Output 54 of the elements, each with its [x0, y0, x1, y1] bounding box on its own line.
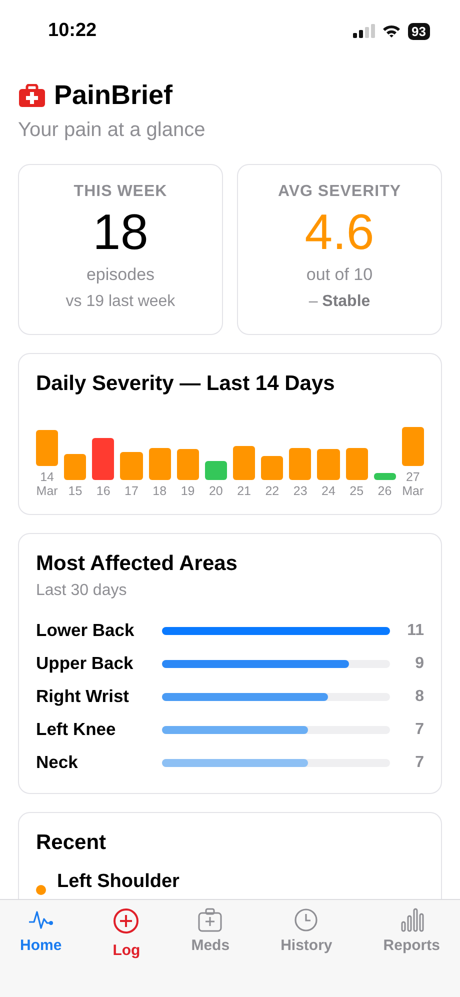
area-name: Left Knee [36, 719, 117, 740]
add-icon [113, 908, 140, 934]
battery-level: 93 [408, 22, 430, 40]
area-count: 9 [414, 654, 424, 672]
day-label: 14 Mar [36, 470, 58, 498]
day-label: 15 [67, 484, 84, 498]
signal-icon [352, 24, 375, 38]
day-label: 24 [320, 484, 336, 498]
status-time: 10:22 [48, 20, 97, 42]
card-subtitle: Last 30 days [36, 582, 128, 600]
tab-button[interactable]: Reports [375, 908, 448, 954]
day-label: 26 [376, 484, 393, 498]
stat-unit: out of 10 [306, 265, 373, 285]
stat-note: vs 19 last week [66, 293, 176, 311]
area-name: Right Wrist [36, 686, 130, 707]
stat-label: AVG SEVERITY [278, 183, 402, 201]
stat-unit: episodes [86, 265, 155, 285]
tab-button[interactable]: History [272, 908, 340, 954]
day-label: 21 [236, 484, 252, 498]
day-label: 23 [292, 484, 308, 498]
recent-item[interactable]: Left Shoulder [57, 871, 180, 893]
area-name: Neck [36, 752, 79, 773]
day-label: 17 [124, 484, 140, 498]
heartbeat-icon [28, 908, 54, 932]
area-count: 7 [414, 720, 424, 738]
app-subtitle: Your pain at a glance [18, 119, 206, 142]
day-label: 27 Mar [402, 470, 424, 498]
area-name: Lower Back [36, 620, 136, 641]
day-label: 25 [348, 484, 365, 498]
clock-icon [294, 908, 318, 932]
area-name: Upper Back [36, 653, 134, 674]
day-label: 16 [95, 484, 112, 498]
card-title: Most Affected Areas [36, 552, 238, 576]
day-label: 18 [152, 484, 168, 498]
chart-title: Daily Severity — Last 14 Days [36, 372, 336, 396]
bar-chart-icon [400, 908, 424, 932]
tab-button[interactable]: Log [104, 908, 148, 959]
first-aid-kit-icon [18, 84, 46, 108]
day-label: 22 [264, 484, 280, 498]
tab-button[interactable]: Home [12, 908, 70, 954]
card-title: Recent [36, 831, 108, 855]
wifi-icon [382, 24, 401, 38]
stat-note: – Stable [308, 293, 370, 311]
tab-button[interactable]: Meds [183, 908, 238, 954]
stat-label: THIS WEEK [74, 183, 168, 201]
stat-value: 4.6 [304, 205, 374, 259]
day-label: 19 [180, 484, 196, 498]
area-count: 7 [414, 754, 424, 772]
app-title: PainBrief [54, 80, 173, 111]
area-count: 8 [414, 688, 424, 706]
area-count: 11 [406, 622, 424, 640]
stat-value: 18 [92, 205, 148, 259]
day-label: 20 [208, 484, 224, 498]
medical-case-icon [197, 908, 224, 932]
